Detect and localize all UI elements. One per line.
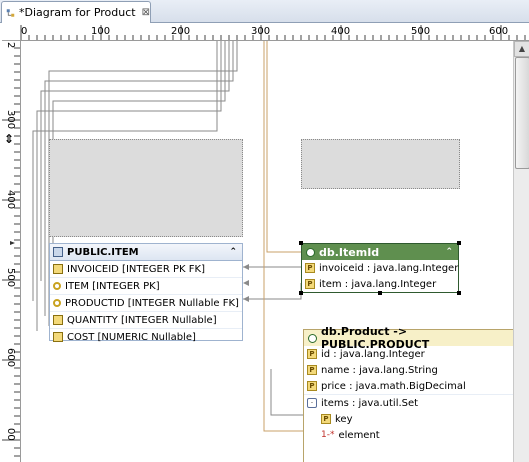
property-label: id : java.lang.Integer	[321, 348, 425, 360]
table-column-row[interactable]: PRODUCTID [INTEGER Nullable FK]	[50, 295, 242, 312]
property-icon: P	[307, 349, 317, 359]
vertical-ruler-ticks	[2, 39, 20, 457]
table-icon	[53, 247, 63, 257]
column-label: PRODUCTID [INTEGER Nullable FK]	[65, 297, 239, 309]
product-class[interactable]: db.Product -> PUBLIC.PRODUCT P id : java…	[303, 325, 513, 462]
foreign-key-icon	[53, 264, 63, 274]
diagram-canvas[interactable]: PUBLIC.ITEM ⌃ INVOICEID [INTEGER PK FK] …	[21, 41, 513, 462]
property-row[interactable]: P invoiceid : java.lang.Integer	[302, 260, 458, 276]
property-icon: P	[305, 279, 315, 289]
class-title: db.ItemId	[319, 245, 380, 259]
property-label: name : java.lang.String	[321, 364, 438, 376]
itemid-class[interactable]: db.ItemId ⌃ P invoiceid : java.lang.Inte…	[299, 241, 461, 295]
hruler-label: 500	[411, 26, 431, 37]
class-title: db.Product -> PUBLIC.PRODUCT	[321, 325, 430, 351]
hruler-label: 400	[331, 26, 351, 37]
property-row[interactable]: P item : java.lang.Integer	[302, 276, 458, 292]
scroll-up-icon[interactable]: ▲	[514, 41, 529, 57]
property-icon: P	[307, 365, 317, 375]
placeholder-box	[49, 139, 243, 237]
column-label: COST [NUMERIC Nullable]	[67, 331, 196, 343]
table-column-row[interactable]: COST [NUMERIC Nullable]	[50, 329, 242, 345]
public-item-table[interactable]: PUBLIC.ITEM ⌃ INVOICEID [INTEGER PK FK] …	[49, 243, 243, 343]
key-icon	[53, 282, 61, 290]
diagram-icon	[6, 8, 15, 17]
editor-tab[interactable]: *Diagram for Product ⊠	[1, 1, 151, 23]
collection-icon: ·	[307, 398, 317, 408]
collection-label: items : java.util.Set	[321, 397, 419, 409]
property-icon: P	[321, 414, 331, 424]
resize-cursor-icon: ⇕	[4, 132, 15, 146]
hruler-label: 200	[171, 26, 191, 37]
table-column-row[interactable]: INVOICEID [INTEGER PK FK]	[50, 261, 242, 278]
vruler-label: 600	[5, 348, 16, 368]
collection-key-row[interactable]: P key	[304, 411, 513, 427]
hruler-label: 0	[21, 26, 28, 37]
property-icon: P	[307, 381, 317, 391]
collection-element-row[interactable]: 1-* element	[304, 427, 513, 443]
horizontal-ruler: 0 100 200 300 400 500 600	[0, 23, 529, 41]
property-label: item : java.lang.Integer	[319, 278, 437, 290]
hruler-label: 600	[489, 26, 509, 37]
placeholder-box	[301, 139, 460, 189]
class-icon	[308, 333, 317, 343]
one-to-many-icon: 1-*	[321, 430, 335, 440]
vertical-scrollbar[interactable]: ▲	[513, 41, 529, 462]
table-title: PUBLIC.ITEM	[67, 246, 139, 258]
scroll-thumb[interactable]	[515, 57, 529, 169]
property-row[interactable]: P price : java.math.BigDecimal	[304, 378, 513, 395]
hruler-label: 300	[251, 26, 271, 37]
class-header[interactable]: db.Product -> PUBLIC.PRODUCT	[304, 325, 513, 351]
close-icon[interactable]: ⊠	[142, 7, 150, 18]
collapse-icon[interactable]: ⌃	[445, 247, 453, 257]
class-icon	[306, 247, 315, 257]
vruler-label: 400	[5, 190, 16, 210]
editor-tab-title: *Diagram for Product	[18, 6, 136, 19]
class-header[interactable]: db.ItemId ⌃	[302, 244, 458, 260]
vruler-label: 00	[5, 428, 16, 441]
column-label: INVOICEID [INTEGER PK FK]	[67, 263, 205, 275]
collapse-icon[interactable]: ⌃	[229, 247, 237, 257]
key-icon	[53, 299, 61, 307]
column-icon	[53, 315, 63, 325]
vruler-label: 300	[5, 110, 16, 130]
column-label: ITEM [INTEGER PK]	[65, 280, 160, 292]
vruler-label: 2	[5, 42, 16, 49]
table-column-row[interactable]: ITEM [INTEGER PK]	[50, 278, 242, 295]
vertical-ruler: 2 300 400 500 600 00 ⇕	[0, 39, 21, 462]
key-label: key	[335, 413, 353, 425]
editor-tab-bar: *Diagram for Product ⊠	[0, 0, 529, 23]
table-column-row[interactable]: QUANTITY [INTEGER Nullable]	[50, 312, 242, 329]
property-label: price : java.math.BigDecimal	[321, 380, 466, 392]
diagram-editor: *Diagram for Product ⊠ 0 100 200 300 400…	[0, 0, 529, 462]
column-icon	[53, 332, 63, 342]
hruler-label: 100	[91, 26, 111, 37]
collection-row[interactable]: · items : java.util.Set	[304, 395, 513, 411]
column-label: QUANTITY [INTEGER Nullable]	[67, 314, 217, 326]
element-label: element	[338, 429, 380, 441]
property-icon: P	[305, 263, 315, 273]
property-label: invoiceid : java.lang.Integer	[319, 262, 459, 274]
vruler-label: 500	[5, 268, 16, 288]
table-header[interactable]: PUBLIC.ITEM ⌃	[50, 244, 242, 261]
property-row[interactable]: P name : java.lang.String	[304, 362, 513, 378]
